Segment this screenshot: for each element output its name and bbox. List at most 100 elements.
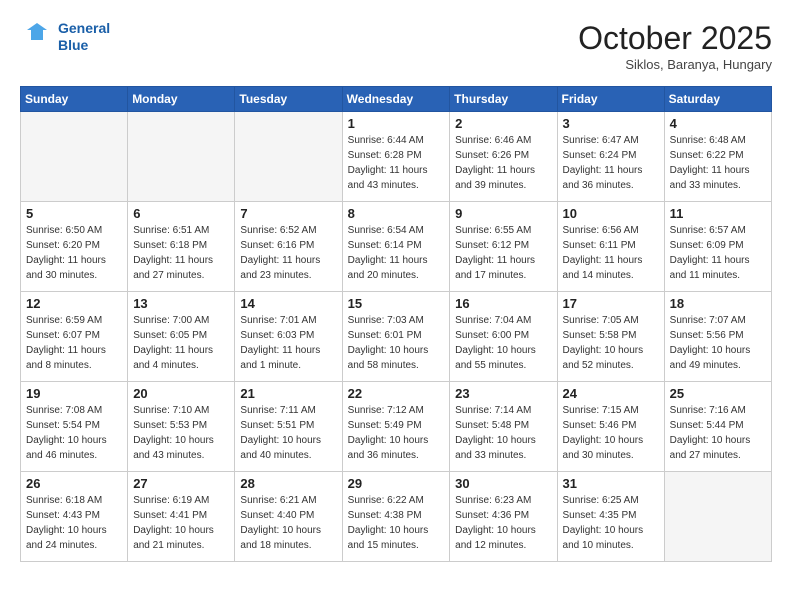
day-number: 5 [26,206,122,221]
day-number: 7 [240,206,336,221]
calendar-page: General Blue October 2025 Siklos, Barany… [0,0,792,572]
day-number: 13 [133,296,229,311]
day-number: 10 [563,206,659,221]
day-info: Sunrise: 7:05 AM Sunset: 5:58 PM Dayligh… [563,313,659,373]
calendar-header-row: Sunday Monday Tuesday Wednesday Thursday… [21,87,772,112]
calendar-cell: 31 Sunrise: 6:25 AM Sunset: 4:35 PM Dayli… [557,472,664,562]
day-info: Sunrise: 6:52 AM Sunset: 6:16 PM Dayligh… [240,223,336,283]
calendar-cell: 10 Sunrise: 6:56 AM Sunset: 6:11 PM Dayli… [557,202,664,292]
day-number: 18 [670,296,766,311]
day-number: 20 [133,386,229,401]
calendar-cell: 5 Sunrise: 6:50 AM Sunset: 6:20 PM Daylig… [21,202,128,292]
logo-line2: Blue [58,37,110,54]
day-info: Sunrise: 6:57 AM Sunset: 6:09 PM Dayligh… [670,223,766,283]
week-row-4: 19 Sunrise: 7:08 AM Sunset: 5:54 PM Dayli… [21,382,772,472]
calendar-cell: 6Sunrise: 6:51 AM Sunset: 6:18 PM Daylig… [128,202,235,292]
calendar-cell: 12Sunrise: 6:59 AM Sunset: 6:07 PM Dayli… [21,292,128,382]
calendar-cell: 27 Sunrise: 6:19 AM Sunset: 4:41 PM Dayli… [128,472,235,562]
calendar-cell: 15 Sunrise: 7:03 AM Sunset: 6:01 PM Dayli… [342,292,450,382]
day-number: 26 [26,476,122,491]
calendar-cell: 17Sunrise: 7:05 AM Sunset: 5:58 PM Dayli… [557,292,664,382]
day-number: 22 [348,386,445,401]
day-info: Sunrise: 7:15 AM Sunset: 5:46 PM Dayligh… [563,403,659,463]
day-number: 23 [455,386,551,401]
day-number: 16 [455,296,551,311]
day-number: 21 [240,386,336,401]
day-number: 15 [348,296,445,311]
header: General Blue October 2025 Siklos, Barany… [20,20,772,72]
calendar-cell: 9Sunrise: 6:55 AM Sunset: 6:12 PM Daylig… [450,202,557,292]
month-title: October 2025 [578,20,772,57]
calendar-cell: 22 Sunrise: 7:12 AM Sunset: 5:49 PM Dayli… [342,382,450,472]
day-info: Sunrise: 7:12 AM Sunset: 5:49 PM Dayligh… [348,403,445,463]
day-info: Sunrise: 6:25 AM Sunset: 4:35 PM Dayligh… [563,493,659,553]
col-thursday: Thursday [450,87,557,112]
day-info: Sunrise: 7:08 AM Sunset: 5:54 PM Dayligh… [26,403,122,463]
calendar-cell [128,112,235,202]
col-monday: Monday [128,87,235,112]
subtitle: Siklos, Baranya, Hungary [578,57,772,72]
day-info: Sunrise: 6:19 AM Sunset: 4:41 PM Dayligh… [133,493,229,553]
calendar-cell: 11 Sunrise: 6:57 AM Sunset: 6:09 PM Dayli… [664,202,771,292]
day-number: 6 [133,206,229,221]
day-info: Sunrise: 6:48 AM Sunset: 6:22 PM Dayligh… [670,133,766,193]
day-number: 25 [670,386,766,401]
day-number: 4 [670,116,766,131]
calendar-cell: 18 Sunrise: 7:07 AM Sunset: 5:56 PM Dayli… [664,292,771,382]
day-info: Sunrise: 7:04 AM Sunset: 6:00 PM Dayligh… [455,313,551,373]
col-friday: Friday [557,87,664,112]
day-number: 19 [26,386,122,401]
day-info: Sunrise: 7:16 AM Sunset: 5:44 PM Dayligh… [670,403,766,463]
calendar-cell: 13 Sunrise: 7:00 AM Sunset: 6:05 PM Dayli… [128,292,235,382]
day-info: Sunrise: 7:03 AM Sunset: 6:01 PM Dayligh… [348,313,445,373]
calendar-cell: 4 Sunrise: 6:48 AM Sunset: 6:22 PM Daylig… [664,112,771,202]
day-number: 29 [348,476,445,491]
day-info: Sunrise: 7:10 AM Sunset: 5:53 PM Dayligh… [133,403,229,463]
day-info: Sunrise: 6:44 AM Sunset: 6:28 PM Dayligh… [348,133,445,193]
day-info: Sunrise: 7:01 AM Sunset: 6:03 PM Dayligh… [240,313,336,373]
day-number: 14 [240,296,336,311]
calendar-cell: 29 Sunrise: 6:22 AM Sunset: 4:38 PM Dayli… [342,472,450,562]
day-info: Sunrise: 6:54 AM Sunset: 6:14 PM Dayligh… [348,223,445,283]
calendar-cell: 21 Sunrise: 7:11 AM Sunset: 5:51 PM Dayli… [235,382,342,472]
day-info: Sunrise: 6:59 AM Sunset: 6:07 PM Dayligh… [26,313,122,373]
day-number: 2 [455,116,551,131]
calendar-cell: 28Sunrise: 6:21 AM Sunset: 4:40 PM Dayli… [235,472,342,562]
day-info: Sunrise: 6:50 AM Sunset: 6:20 PM Dayligh… [26,223,122,283]
week-row-3: 12Sunrise: 6:59 AM Sunset: 6:07 PM Dayli… [21,292,772,382]
day-number: 1 [348,116,445,131]
calendar-cell: 8Sunrise: 6:54 AM Sunset: 6:14 PM Daylig… [342,202,450,292]
calendar-cell [21,112,128,202]
day-info: Sunrise: 6:56 AM Sunset: 6:11 PM Dayligh… [563,223,659,283]
day-number: 28 [240,476,336,491]
day-info: Sunrise: 6:22 AM Sunset: 4:38 PM Dayligh… [348,493,445,553]
calendar-cell: 24 Sunrise: 7:15 AM Sunset: 5:46 PM Dayli… [557,382,664,472]
day-info: Sunrise: 7:11 AM Sunset: 5:51 PM Dayligh… [240,403,336,463]
col-wednesday: Wednesday [342,87,450,112]
day-info: Sunrise: 6:23 AM Sunset: 4:36 PM Dayligh… [455,493,551,553]
col-tuesday: Tuesday [235,87,342,112]
day-number: 27 [133,476,229,491]
calendar-cell [664,472,771,562]
logo-line1: General [58,20,110,37]
day-number: 9 [455,206,551,221]
day-info: Sunrise: 7:07 AM Sunset: 5:56 PM Dayligh… [670,313,766,373]
calendar-cell: 7 Sunrise: 6:52 AM Sunset: 6:16 PM Daylig… [235,202,342,292]
calendar-cell: 19 Sunrise: 7:08 AM Sunset: 5:54 PM Dayli… [21,382,128,472]
title-block: October 2025 Siklos, Baranya, Hungary [578,20,772,72]
day-number: 31 [563,476,659,491]
day-number: 24 [563,386,659,401]
calendar-cell: 3Sunrise: 6:47 AM Sunset: 6:24 PM Daylig… [557,112,664,202]
calendar-table: Sunday Monday Tuesday Wednesday Thursday… [20,86,772,562]
calendar-cell: 16 Sunrise: 7:04 AM Sunset: 6:00 PM Dayli… [450,292,557,382]
day-info: Sunrise: 7:14 AM Sunset: 5:48 PM Dayligh… [455,403,551,463]
calendar-cell: 2Sunrise: 6:46 AM Sunset: 6:26 PM Daylig… [450,112,557,202]
calendar-cell: 25 Sunrise: 7:16 AM Sunset: 5:44 PM Dayli… [664,382,771,472]
day-number: 3 [563,116,659,131]
day-info: Sunrise: 7:00 AM Sunset: 6:05 PM Dayligh… [133,313,229,373]
calendar-cell: 20 Sunrise: 7:10 AM Sunset: 5:53 PM Dayli… [128,382,235,472]
calendar-cell: 1 Sunrise: 6:44 AM Sunset: 6:28 PM Daylig… [342,112,450,202]
calendar-body: 1 Sunrise: 6:44 AM Sunset: 6:28 PM Daylig… [21,112,772,562]
day-number: 11 [670,206,766,221]
logo: General Blue [20,20,110,54]
